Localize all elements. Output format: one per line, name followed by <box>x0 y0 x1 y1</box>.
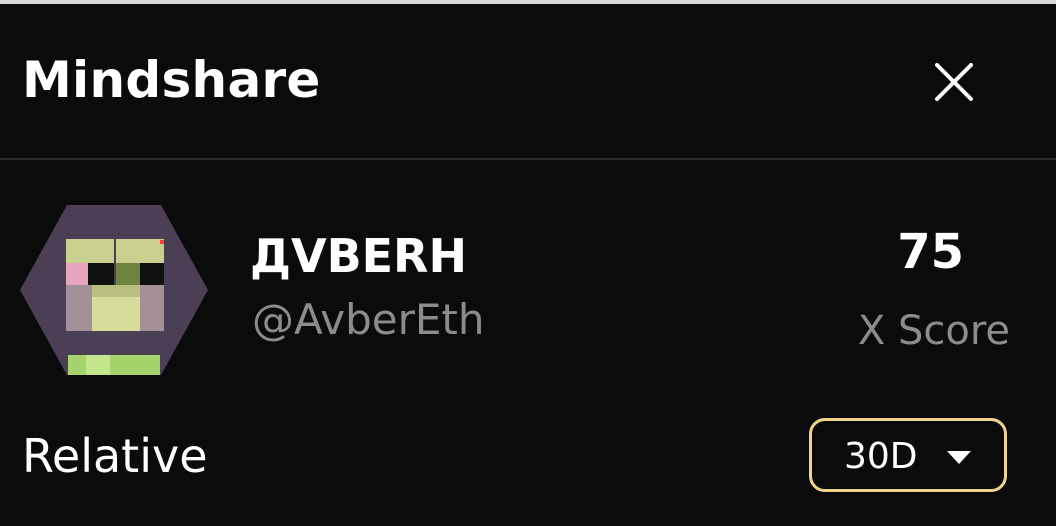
profile-name: ДVBERH <box>250 229 467 283</box>
relative-label: Relative <box>22 429 208 483</box>
period-dropdown[interactable]: 30D <box>809 418 1007 492</box>
profile-handle[interactable]: @AvberEth <box>252 294 485 346</box>
page-title: Mindshare <box>22 51 321 109</box>
close-icon <box>935 63 973 101</box>
caret-down-icon <box>947 451 971 464</box>
avatar[interactable] <box>20 205 208 375</box>
period-selected-value: 30D <box>844 436 918 477</box>
x-score-label: X Score <box>857 308 1010 354</box>
close-button[interactable] <box>924 52 984 112</box>
x-score-value: 75 <box>897 224 964 280</box>
profile-section: ДVBERH @AvberEth 75 X Score <box>0 160 1056 400</box>
modal-header: Mindshare <box>0 4 1056 158</box>
